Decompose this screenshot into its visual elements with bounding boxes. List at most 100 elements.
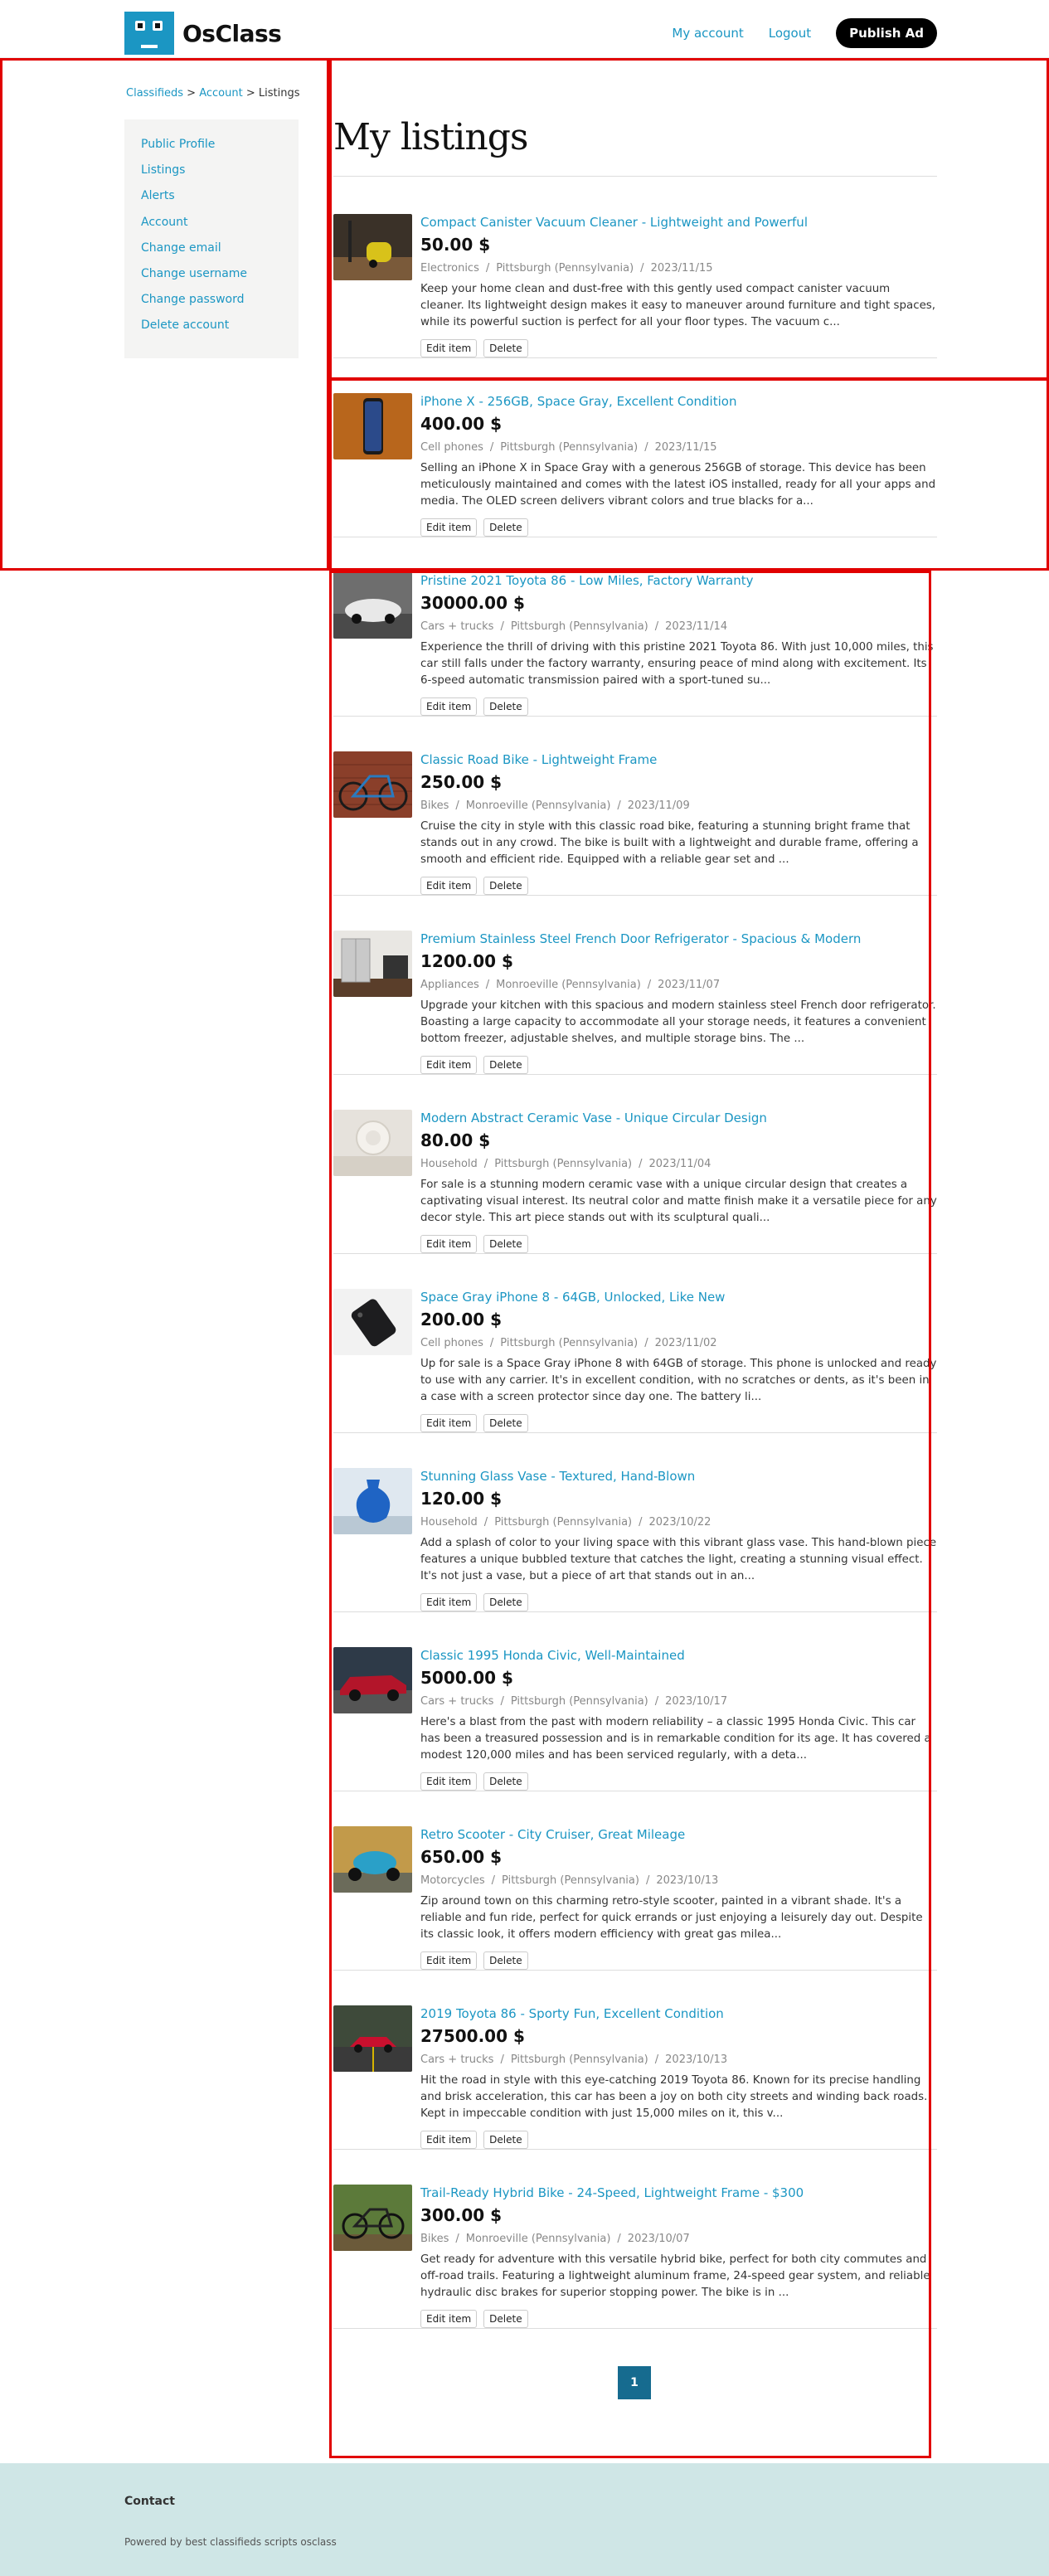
breadcrumb-separator: > — [242, 87, 259, 100]
listing-title[interactable]: Retro Scooter - City Cruiser, Great Mile… — [420, 1826, 937, 1843]
listing-description: Zip around town on this charming retro-s… — [420, 1895, 923, 1941]
listing-thumbnail[interactable] — [333, 2005, 412, 2072]
listing-location: Pittsburgh (Pennsylvania) — [502, 1874, 639, 1887]
listing-category: Electronics — [420, 262, 479, 275]
publish-ad-button[interactable]: Publish Ad — [836, 18, 937, 48]
site-logo[interactable]: OsClass — [124, 12, 282, 55]
edit-item-button[interactable]: Edit item — [420, 339, 478, 357]
edit-item-button[interactable]: Edit item — [420, 1593, 478, 1611]
listing-item: 2019 Toyota 86 - Sporty Fun, Excellent C… — [333, 1971, 937, 2150]
edit-item-button[interactable]: Edit item — [420, 1056, 478, 1074]
listing-thumbnail[interactable] — [333, 1468, 412, 1534]
listing-title[interactable]: Modern Abstract Ceramic Vase - Unique Ci… — [420, 1110, 937, 1126]
listing-date: 2023/11/07 — [658, 979, 721, 991]
breadcrumb-current: Listings — [258, 87, 300, 100]
listing-thumbnail[interactable] — [333, 393, 412, 459]
listing-location: Pittsburgh (Pennsylvania) — [510, 2054, 648, 2066]
listing-location: Pittsburgh (Pennsylvania) — [500, 1337, 639, 1349]
edit-item-button[interactable]: Edit item — [420, 2131, 478, 2149]
listing-thumbnail[interactable] — [333, 1110, 412, 1176]
site-header: OsClass My account Logout Publish Ad — [0, 0, 1049, 58]
listing-title[interactable]: iPhone X - 256GB, Space Gray, Excellent … — [420, 393, 937, 410]
listing-meta: Cars + trucks / Pittsburgh (Pennsylvania) /… — [420, 620, 728, 633]
edit-item-button[interactable]: Edit item — [420, 2310, 478, 2328]
listing-date: 2023/10/17 — [665, 1695, 728, 1708]
delete-button[interactable]: Delete — [483, 1593, 528, 1611]
listing-date: 2023/10/13 — [656, 1874, 719, 1887]
sidebar-item-listings[interactable]: Listings — [141, 162, 282, 187]
listing-title[interactable]: Trail-Ready Hybrid Bike - 24-Speed, Ligh… — [420, 2185, 937, 2201]
listing-title[interactable]: Pristine 2021 Toyota 86 - Low Miles, Fac… — [420, 572, 937, 589]
sidebar-item-change-email[interactable]: Change email — [141, 240, 282, 265]
my-account-link[interactable]: My account — [672, 26, 743, 41]
listing-location: Monroeville (Pennsylvania) — [496, 979, 641, 991]
edit-item-button[interactable]: Edit item — [420, 518, 478, 537]
logout-link[interactable]: Logout — [769, 26, 811, 41]
page-title: My listings — [333, 116, 528, 158]
listing-date: 2023/11/15 — [654, 441, 717, 454]
listing-location: Pittsburgh (Pennsylvania) — [494, 1516, 633, 1529]
delete-button[interactable]: Delete — [483, 877, 528, 895]
sidebar-item-change-password[interactable]: Change password — [141, 291, 282, 317]
delete-button[interactable]: Delete — [483, 339, 528, 357]
edit-item-button[interactable]: Edit item — [420, 877, 478, 895]
breadcrumb-account[interactable]: Account — [199, 87, 243, 100]
listing-item: Stunning Glass Vase - Textured, Hand-Blo… — [333, 1433, 937, 1612]
edit-item-button[interactable]: Edit item — [420, 1951, 478, 1970]
breadcrumb-home[interactable]: Classifieds — [126, 87, 183, 100]
logo-icon — [124, 12, 174, 55]
contact-link[interactable]: Contact — [124, 2495, 175, 2508]
sidebar-item-public-profile[interactable]: Public Profile — [141, 136, 282, 162]
edit-item-button[interactable]: Edit item — [420, 1414, 478, 1432]
listing-meta: Appliances / Monroeville (Pennsylvania)/20… — [420, 979, 721, 991]
delete-button[interactable]: Delete — [483, 1056, 528, 1074]
pagination-page-current[interactable]: 1 — [618, 2366, 651, 2399]
listing-title[interactable]: Compact Canister Vacuum Cleaner - Lightw… — [420, 214, 937, 231]
listing-thumbnail[interactable] — [333, 2185, 412, 2251]
listing-description: Add a splash of color to your living spa… — [420, 1537, 937, 1582]
breadcrumb-separator: > — [183, 87, 200, 100]
delete-button[interactable]: Delete — [483, 2131, 528, 2149]
delete-button[interactable]: Delete — [483, 1414, 528, 1432]
listing-title[interactable]: Classic 1995 Honda Civic, Well-Maintaine… — [420, 1647, 937, 1664]
delete-button[interactable]: Delete — [483, 518, 528, 537]
listing-title[interactable]: Premium Stainless Steel French Door Refr… — [420, 931, 937, 947]
sidebar-item-change-username[interactable]: Change username — [141, 265, 282, 291]
listing-item: Classic Road Bike - Lightweight Frame 25… — [333, 717, 937, 896]
listing-thumbnail[interactable] — [333, 572, 412, 639]
listing-date: 2023/11/02 — [654, 1337, 717, 1349]
listing-description: Experience the thrill of driving with th… — [420, 641, 934, 687]
delete-button[interactable]: Delete — [483, 1772, 528, 1791]
listing-thumbnail[interactable] — [333, 931, 412, 997]
edit-item-button[interactable]: Edit item — [420, 1772, 478, 1791]
listing-thumbnail[interactable] — [333, 1647, 412, 1713]
listing-description: Upgrade your kitchen with this spacious … — [420, 999, 936, 1045]
listing-meta: Motorcycles / Pittsburgh (Pennsylvania)/20… — [420, 1874, 719, 1887]
listing-date: 2023/11/15 — [650, 262, 713, 275]
sidebar-item-delete-account[interactable]: Delete account — [141, 317, 282, 343]
listing-title[interactable]: 2019 Toyota 86 - Sporty Fun, Excellent C… — [420, 2005, 937, 2022]
listing-meta: Bikes / Monroeville (Pennsylvania)/2023/11… — [420, 800, 690, 812]
listing-title[interactable]: Stunning Glass Vase - Textured, Hand-Blo… — [420, 1468, 937, 1485]
listing-thumbnail[interactable] — [333, 214, 412, 280]
listing-title[interactable]: Space Gray iPhone 8 - 64GB, Unlocked, Li… — [420, 1289, 937, 1305]
delete-button[interactable]: Delete — [483, 1951, 528, 1970]
listing-meta: Cell phones / Pittsburgh (Pennsylvania)/20… — [420, 1337, 717, 1349]
delete-button[interactable]: Delete — [483, 697, 528, 716]
sidebar-item-alerts[interactable]: Alerts — [141, 187, 282, 213]
listing-location: Pittsburgh (Pennsylvania) — [510, 620, 648, 633]
edit-item-button[interactable]: Edit item — [420, 697, 478, 716]
listing-thumbnail[interactable] — [333, 751, 412, 818]
listings-list: Compact Canister Vacuum Cleaner - Lightw… — [333, 179, 937, 2329]
edit-item-button[interactable]: Edit item — [420, 1235, 478, 1253]
listing-thumbnail[interactable] — [333, 1826, 412, 1893]
listing-category: Appliances — [420, 979, 479, 991]
listing-description: Selling an iPhone X in Space Gray with a… — [420, 462, 936, 508]
listing-title[interactable]: Classic Road Bike - Lightweight Frame — [420, 751, 937, 768]
delete-button[interactable]: Delete — [483, 1235, 528, 1253]
header-nav: My account Logout Publish Ad — [647, 18, 937, 48]
listing-thumbnail[interactable] — [333, 1289, 412, 1355]
listing-category: Bikes — [420, 800, 449, 812]
sidebar-item-account[interactable]: Account — [141, 214, 282, 240]
delete-button[interactable]: Delete — [483, 2310, 528, 2328]
